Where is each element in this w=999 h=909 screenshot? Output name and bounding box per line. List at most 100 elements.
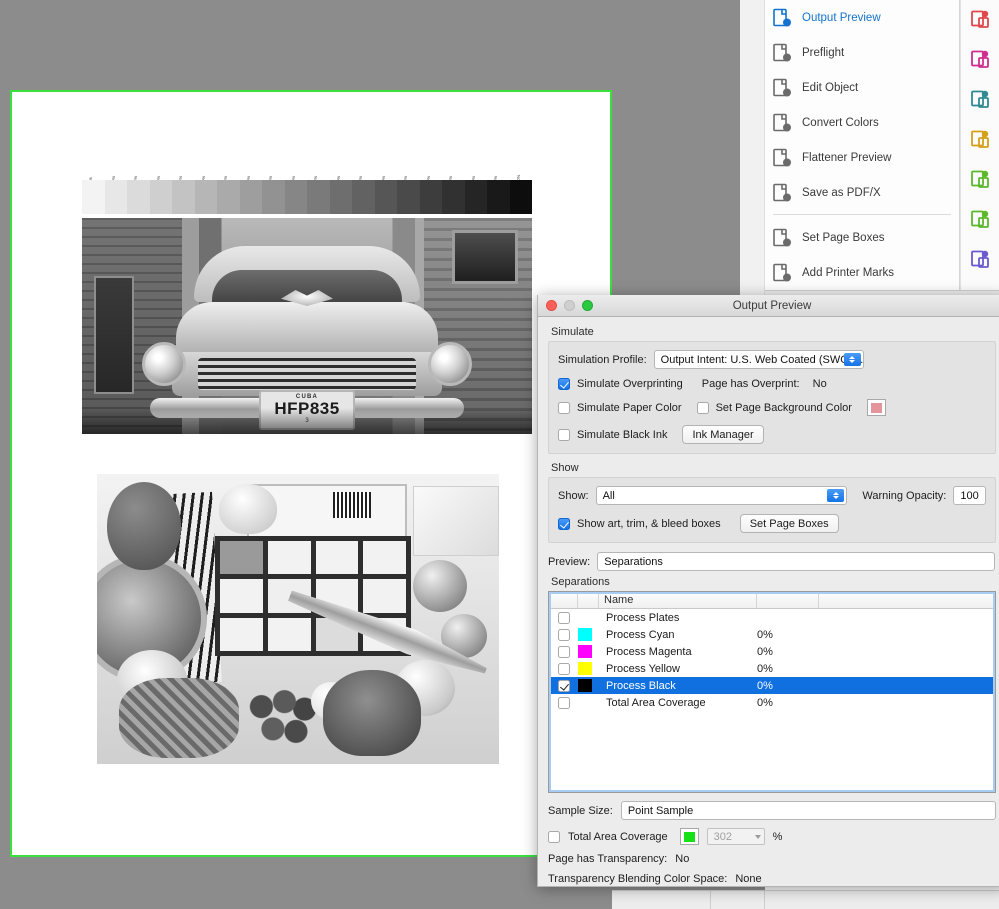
separation-checkbox[interactable] (558, 697, 570, 709)
simulate-overprinting-label: Simulate Overprinting (577, 378, 683, 390)
rail-item[interactable] (961, 160, 999, 200)
separation-percent: 0% (757, 646, 819, 658)
separation-visibility-cell[interactable] (549, 629, 578, 641)
total-area-coverage-row: Total Area Coverage 302 % (548, 828, 996, 845)
broccoli (323, 670, 421, 756)
step-wedge-tick-label: 75% (397, 154, 420, 180)
simulation-profile-select[interactable]: Output Intent: U.S. Web Coated (SWOP)… (654, 350, 864, 369)
dialog-titlebar[interactable]: Output Preview (538, 295, 999, 317)
step-wedge-patch (150, 180, 173, 214)
simulate-paper-color-checkbox[interactable] (558, 402, 570, 414)
protect-icon (970, 249, 990, 272)
separation-row[interactable]: Process Yellow0% (549, 660, 995, 677)
avocado (107, 482, 181, 570)
separation-row[interactable]: Process Magenta0% (549, 643, 995, 660)
separation-color-cell (578, 645, 599, 658)
ground-shadow (82, 408, 532, 434)
rail-item[interactable] (961, 240, 999, 280)
total-area-coverage-checkbox[interactable] (548, 831, 560, 843)
step-wedge-patch (330, 180, 353, 214)
preview-select[interactable]: Separations (597, 552, 995, 571)
warning-opacity-label: Warning Opacity: (862, 490, 946, 502)
car-hood (176, 302, 438, 358)
preflight-icon (771, 42, 793, 64)
simulate-group-label: Simulate (551, 326, 996, 338)
separation-color-chip (578, 679, 592, 692)
page-background-color-swatch[interactable] (867, 399, 886, 416)
tool-item-set-page-boxes[interactable]: Set Page Boxes (765, 220, 959, 255)
separation-visibility-cell[interactable] (549, 680, 578, 692)
show-select[interactable]: All (596, 486, 848, 505)
simulate-overprinting-checkbox[interactable] (558, 378, 570, 390)
page-transparency-label: Page has Transparency: (548, 853, 667, 865)
boxes-row: Show art, trim, & bleed boxes Set Page B… (558, 514, 986, 533)
tool-item-output-preview[interactable]: Output Preview (765, 0, 959, 35)
tool-item-flattener-preview[interactable]: Flattener Preview (765, 140, 959, 175)
separation-row[interactable]: Total Area Coverage0% (549, 694, 995, 711)
tac-threshold-stepper[interactable]: 302 (707, 828, 765, 845)
blending-space-label: Transparency Blending Color Space: (548, 873, 727, 885)
separation-checkbox[interactable] (558, 612, 570, 624)
tac-color-swatch[interactable] (680, 828, 699, 845)
separation-visibility-cell[interactable] (549, 646, 578, 658)
column-header-name[interactable]: Name (599, 592, 757, 608)
separation-name: Process Magenta (599, 646, 757, 658)
show-boxes-checkbox[interactable] (558, 518, 570, 530)
separation-visibility-cell[interactable] (549, 663, 578, 675)
warning-opacity-input[interactable]: 100 (953, 486, 986, 505)
separation-visibility-cell[interactable] (549, 612, 578, 624)
preview-label: Preview: (548, 556, 590, 568)
status-divider-1 (710, 891, 711, 909)
tool-item-edit-object[interactable]: Edit Object (765, 70, 959, 105)
column-header-swatch[interactable] (578, 592, 599, 608)
organize-pages-icon (970, 49, 990, 72)
tool-item-save-as-pdf-x[interactable]: Save as PDF/X (765, 175, 959, 210)
separation-visibility-cell[interactable] (549, 697, 578, 709)
tool-item-label: Preflight (802, 47, 844, 59)
separation-checkbox[interactable] (558, 663, 570, 675)
separation-row[interactable]: Process Black0% (549, 677, 995, 694)
step-wedge-labels: 5%10%15%20%25%30%35%40%45%50%55%60%65%70… (82, 154, 532, 180)
step-wedge-patch (420, 180, 443, 214)
step-wedge-tick-label: 70% (375, 154, 398, 180)
simulate-black-ink-checkbox[interactable] (558, 429, 570, 441)
simulation-profile-label: Simulation Profile: (558, 354, 647, 366)
output-preview-dialog[interactable]: Output Preview Simulate Simulation Profi… (537, 295, 999, 887)
sample-size-select[interactable]: Point Sample (621, 801, 996, 820)
step-wedge-tick-label: 15% (127, 154, 150, 180)
ink-manager-button[interactable]: Ink Manager (682, 425, 763, 444)
separation-row[interactable]: Process Cyan0% (549, 626, 995, 643)
tool-item-label: Convert Colors (802, 117, 879, 129)
tool-item-preflight[interactable]: Preflight (765, 35, 959, 70)
tool-item-add-printer-marks[interactable]: Add Printer Marks (765, 255, 959, 290)
separation-row[interactable]: Process Plates (549, 609, 995, 626)
tac-color-chip (684, 832, 695, 842)
step-wedge-patch (442, 180, 465, 214)
total-area-coverage-label: Total Area Coverage (568, 831, 668, 843)
tool-item-label: Edit Object (802, 82, 858, 94)
app-window: 5%10%15%20%25%30%35%40%45%50%55%60%65%70… (0, 0, 999, 909)
separation-color-cell (578, 679, 599, 692)
step-wedge-tick-label: 90% (465, 154, 488, 180)
column-header-percent[interactable] (757, 592, 819, 608)
chevron-updown-icon (827, 489, 844, 502)
column-header-extra[interactable] (819, 592, 995, 608)
separation-checkbox[interactable] (558, 629, 570, 641)
page-transparency-value: No (675, 853, 689, 865)
set-page-boxes-button[interactable]: Set Page Boxes (740, 514, 839, 533)
separation-color-cell (578, 628, 599, 641)
rail-item[interactable] (961, 120, 999, 160)
rail-item[interactable] (961, 200, 999, 240)
tool-item-convert-colors[interactable]: Convert Colors (765, 105, 959, 140)
set-page-background-color-checkbox[interactable] (697, 402, 709, 414)
column-header-check[interactable] (549, 592, 578, 608)
separations-table[interactable]: Name Process PlatesProcess Cyan0%Process… (548, 591, 996, 793)
tac-threshold-value: 302 (714, 831, 732, 843)
document-page[interactable]: 5%10%15%20%25%30%35%40%45%50%55%60%65%70… (10, 90, 612, 857)
rail-item[interactable] (961, 0, 999, 40)
step-wedge (82, 180, 532, 214)
separation-checkbox[interactable] (558, 680, 570, 692)
rail-item[interactable] (961, 40, 999, 80)
rail-item[interactable] (961, 80, 999, 120)
separation-checkbox[interactable] (558, 646, 570, 658)
